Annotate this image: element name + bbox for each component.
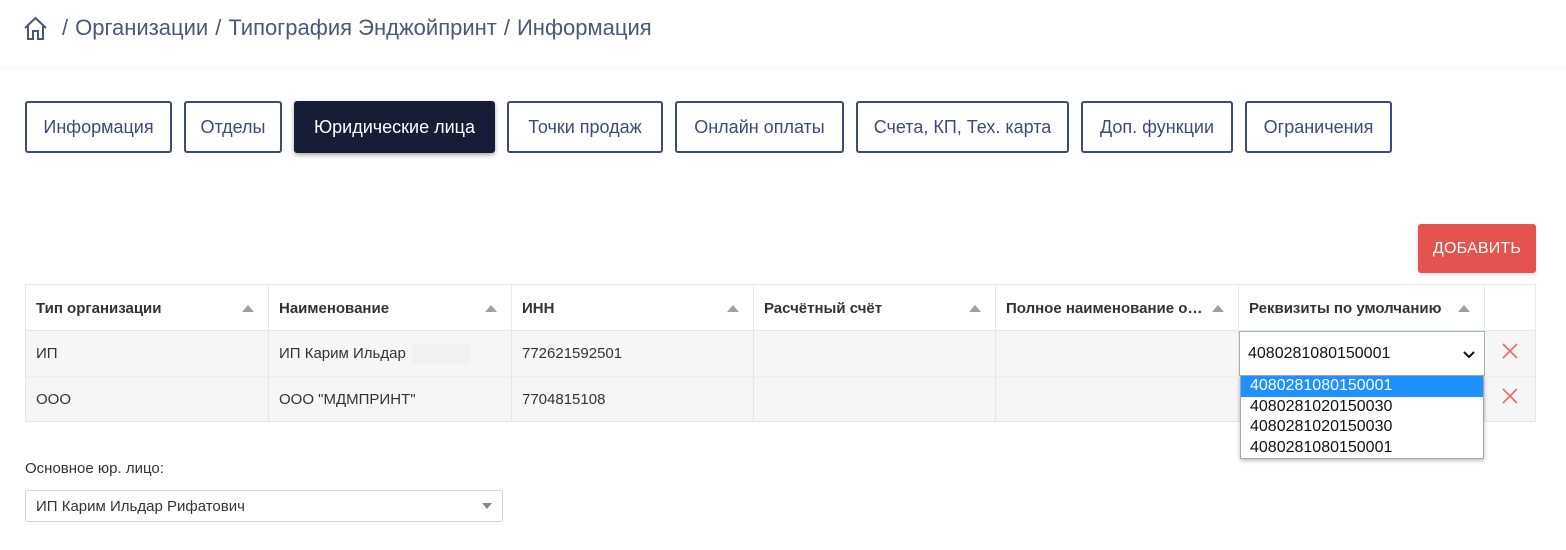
breadcrumb-separator: / — [503, 15, 510, 40]
add-button[interactable]: ДОБАВИТЬ — [1418, 224, 1536, 273]
column-label: Расчётный счёт — [764, 299, 883, 317]
requisites-dropdown-list: 4080281080150001 4080281020150030 408028… — [1240, 375, 1484, 459]
cell-name-text: ИП Карим Ильдар — [279, 345, 406, 362]
column-header-default-requisites[interactable]: Реквизиты по умолчанию — [1239, 285, 1485, 331]
column-header-full-name[interactable]: Полное наименование организации — [996, 285, 1239, 331]
tab-legal-entities[interactable]: Юридические лица — [294, 101, 495, 153]
column-header-actions — [1485, 285, 1535, 331]
table-header: Тип организации Наименование ИНН Расчётн… — [26, 285, 1535, 331]
dropdown-option[interactable]: 4080281080150001 — [1241, 376, 1483, 397]
tab-invoices[interactable]: Счета, КП, Тех. карта — [856, 101, 1069, 153]
column-label: Наименование — [279, 299, 390, 317]
tab-points-of-sale[interactable]: Точки продаж — [507, 101, 663, 153]
redacted-text — [411, 343, 470, 364]
sort-asc-icon[interactable] — [242, 304, 254, 312]
column-label: Реквизиты по умолчанию — [1249, 299, 1442, 317]
breadcrumb: / Организации / Типография Энджойпринт /… — [22, 14, 652, 42]
caret-down-icon — [482, 503, 492, 509]
column-label: Полное наименование организации — [1006, 299, 1204, 317]
tab-extra-functions[interactable]: Доп. функции — [1081, 101, 1233, 153]
cell-account — [754, 331, 996, 376]
cell-name: ООО "МДМПРИНТ" — [269, 377, 512, 421]
cell-type: ООО — [26, 377, 269, 421]
main-entity-value: ИП Карим Ильдар Рифатович — [36, 497, 245, 515]
delete-row-icon[interactable] — [1501, 387, 1519, 405]
chevron-down-icon — [1462, 347, 1476, 361]
column-header-type[interactable]: Тип организации — [26, 285, 269, 331]
main-entity-label: Основное юр. лицо: — [25, 460, 164, 477]
cell-inn: 7704815108 — [512, 377, 754, 421]
sort-asc-icon[interactable] — [485, 304, 497, 312]
column-label: Тип организации — [36, 299, 162, 317]
sort-asc-icon[interactable] — [969, 304, 981, 312]
cell-full-name — [996, 377, 1239, 421]
cell-inn: 772621592501 — [512, 331, 754, 376]
tab-information[interactable]: Информация — [25, 101, 172, 153]
select-value: 4080281080150001 — [1248, 344, 1391, 362]
column-label: ИНН — [522, 299, 555, 317]
sort-asc-icon[interactable] — [1212, 304, 1224, 312]
breadcrumb-organization[interactable]: Типография Энджойпринт — [228, 15, 497, 41]
dropdown-option[interactable]: 4080281020150030 — [1241, 417, 1483, 438]
home-icon[interactable] — [22, 15, 49, 42]
tab-bar: Информация Отделы Юридические лица Точки… — [25, 101, 1404, 153]
tab-online-payments[interactable]: Онлайн оплаты — [675, 101, 844, 153]
cell-type: ИП — [26, 331, 269, 376]
breadcrumb-separator: / — [215, 15, 222, 40]
cell-account — [754, 377, 996, 421]
column-header-name[interactable]: Наименование — [269, 285, 512, 331]
sort-asc-icon[interactable] — [1458, 304, 1470, 312]
column-header-account[interactable]: Расчётный счёт — [754, 285, 996, 331]
breadcrumb-organizations[interactable]: Организации — [75, 15, 208, 41]
dropdown-option[interactable]: 4080281080150001 — [1241, 438, 1483, 459]
tab-departments[interactable]: Отделы — [184, 101, 282, 153]
cell-full-name — [996, 331, 1239, 376]
column-header-inn[interactable]: ИНН — [512, 285, 754, 331]
delete-row-icon[interactable] — [1501, 342, 1519, 360]
default-requisites-select[interactable]: 4080281080150001 — [1239, 331, 1485, 376]
tab-restrictions[interactable]: Ограничения — [1245, 101, 1392, 153]
dropdown-option[interactable]: 4080281020150030 — [1241, 397, 1483, 418]
sort-asc-icon[interactable] — [727, 304, 739, 312]
breadcrumb-separator: / — [62, 15, 69, 40]
cell-name: ИП Карим Ильдар — [269, 331, 512, 376]
page-header: / Организации / Типография Энджойпринт /… — [0, 0, 1566, 66]
breadcrumb-current: Информация — [516, 15, 652, 40]
main-entity-select[interactable]: ИП Карим Ильдар Рифатович — [25, 490, 503, 522]
